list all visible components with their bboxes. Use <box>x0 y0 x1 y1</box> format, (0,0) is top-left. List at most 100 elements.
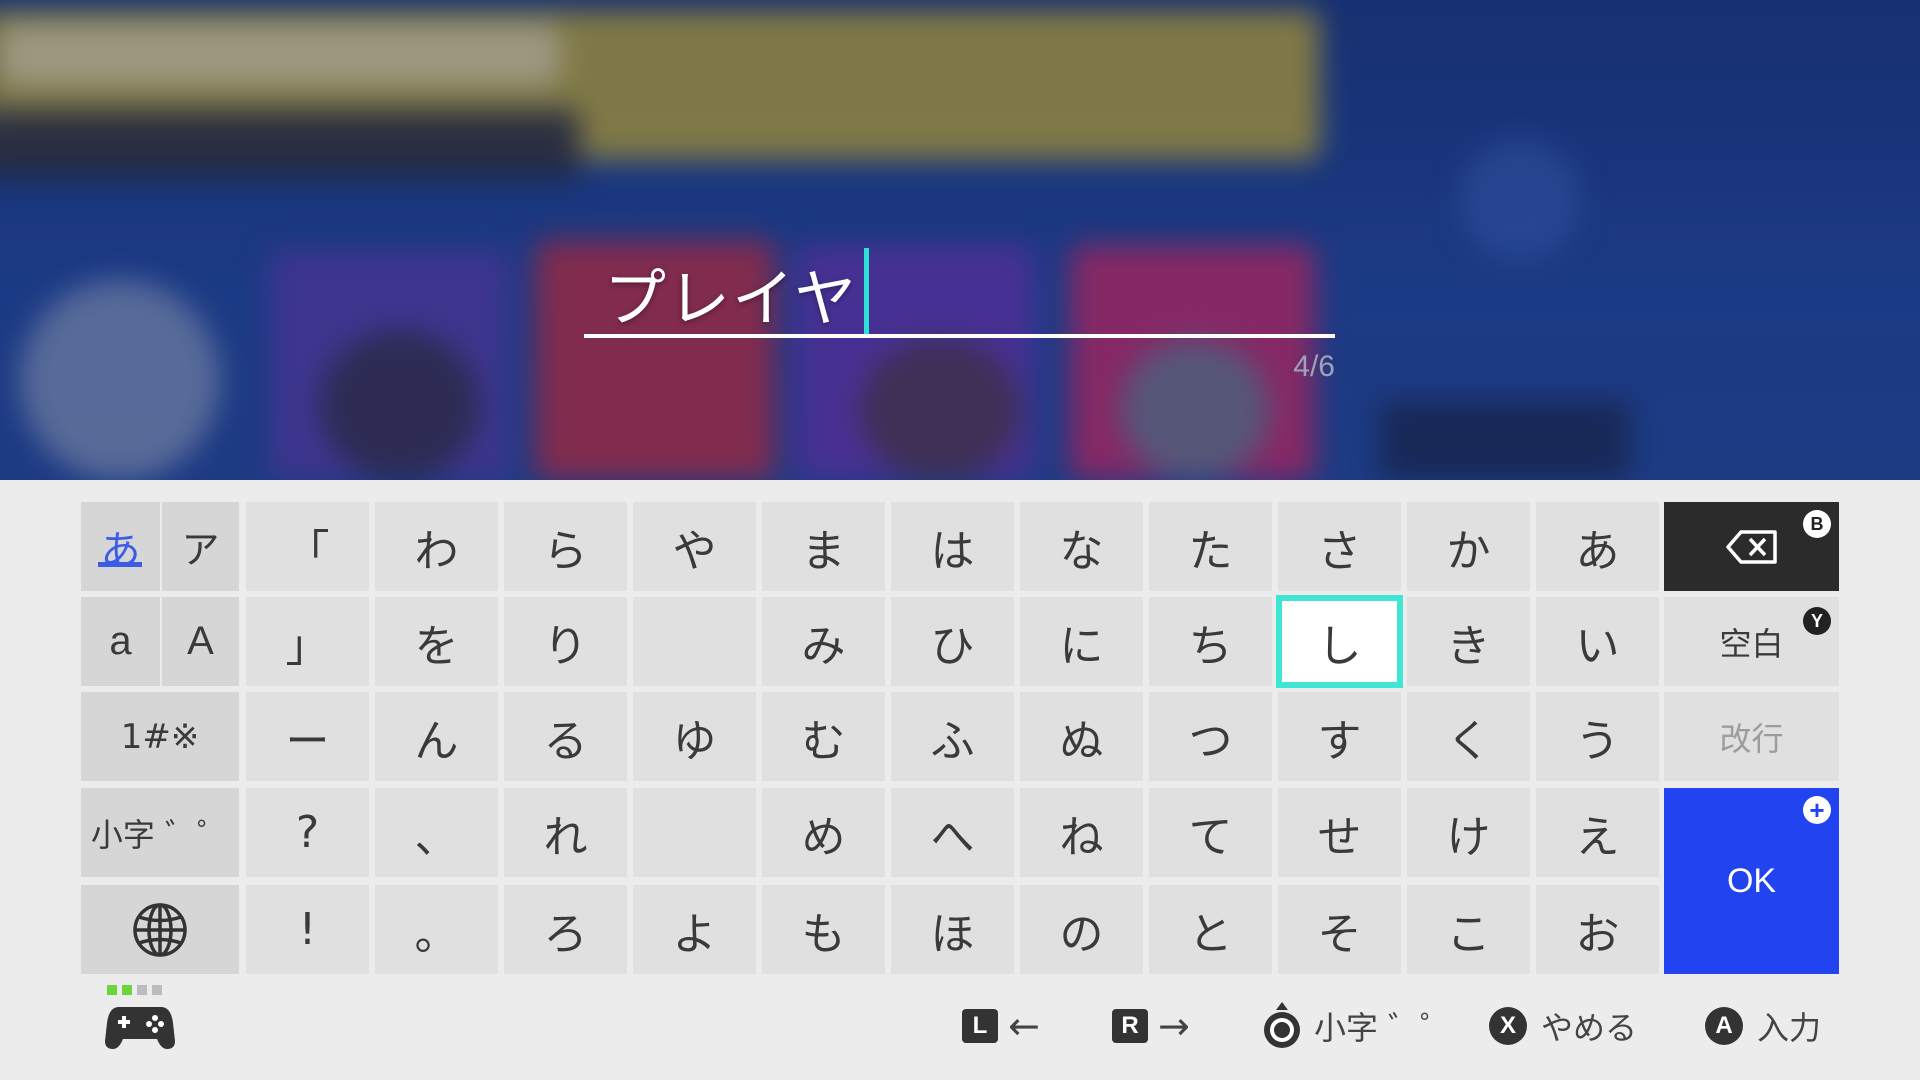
l-button-icon: L <box>962 1009 998 1043</box>
mode-katakana-key[interactable]: ア <box>162 502 239 591</box>
kana-key[interactable]: そ <box>1278 885 1401 974</box>
kana-key[interactable]: ら <box>504 502 627 591</box>
kana-key[interactable]: く <box>1407 692 1530 781</box>
mode-lower-latin-label: a <box>109 619 132 663</box>
kana-key[interactable]: ち <box>1149 597 1272 686</box>
kana-key[interactable]: さ <box>1278 502 1401 591</box>
kana-key[interactable]: ー <box>246 692 369 781</box>
kana-key[interactable]: ろ <box>504 885 627 974</box>
kana-key[interactable]: や <box>633 502 756 591</box>
kana-key[interactable]: ま <box>762 502 885 591</box>
kana-key[interactable]: あ <box>1536 502 1659 591</box>
kana-key[interactable]: す <box>1278 692 1401 781</box>
hint-cancel-label: やめる <box>1541 1009 1638 1047</box>
mode-upper-latin-key[interactable]: A <box>162 597 239 686</box>
kana-key[interactable]: ぬ <box>1020 692 1143 781</box>
kana-key[interactable]: は <box>891 502 1014 591</box>
kana-key[interactable]: 。 <box>375 885 498 974</box>
kana-key[interactable]: ? <box>246 788 369 877</box>
newline-label: 改行 <box>1719 719 1784 758</box>
kana-key-label: ー <box>285 715 330 767</box>
kana-key[interactable]: る <box>504 692 627 781</box>
kana-key[interactable]: な <box>1020 502 1143 591</box>
kana-key[interactable]: 「 <box>246 502 369 591</box>
kana-key-label: こ <box>1446 908 1491 960</box>
kana-key-label: し <box>1317 620 1362 672</box>
kana-key[interactable]: せ <box>1278 788 1401 877</box>
r-button-icon: R <box>1112 1009 1148 1043</box>
kana-key-label: る <box>543 715 588 767</box>
kana-key-label: を <box>414 620 459 672</box>
hint-enter-label: 入力 <box>1757 1009 1822 1047</box>
kana-key[interactable]: か <box>1407 502 1530 591</box>
character-count: 4/6 <box>1293 350 1335 383</box>
space-key[interactable]: 空白 Y <box>1664 597 1839 686</box>
kana-key[interactable]: ふ <box>891 692 1014 781</box>
backspace-badge: B <box>1803 510 1831 538</box>
kana-key[interactable]: み <box>762 597 885 686</box>
kana-key-label: え <box>1575 811 1620 863</box>
backspace-key[interactable]: B <box>1664 502 1839 591</box>
kana-key[interactable]: お <box>1536 885 1659 974</box>
kana-key-label: か <box>1446 525 1491 577</box>
mode-hiragana-key[interactable]: あ <box>81 502 160 591</box>
small-kana-key[interactable]: 小字 ゛゜ <box>81 788 239 877</box>
kana-key-label: わ <box>414 525 459 577</box>
hint-enter: A 入力 <box>1705 1004 1821 1048</box>
text-input[interactable]: プレイヤ <box>604 248 870 339</box>
kana-key[interactable]: た <box>1149 502 1272 591</box>
input-text: プレイヤ <box>604 262 859 335</box>
mode-symbols-key[interactable]: 1#※ <box>81 692 239 781</box>
controller-icon <box>105 1007 175 1049</box>
kana-key-label: さ <box>1317 525 1362 577</box>
kana-key[interactable]: う <box>1536 692 1659 781</box>
ok-button[interactable]: OK + <box>1664 788 1839 974</box>
kana-key-label: ! <box>298 904 317 955</box>
kana-key[interactable]: れ <box>504 788 627 877</box>
kana-key[interactable]: ! <box>246 885 369 974</box>
kana-key[interactable]: つ <box>1149 692 1272 781</box>
kana-key-label: せ <box>1317 811 1362 863</box>
kana-key[interactable]: ゆ <box>633 692 756 781</box>
background-scene <box>0 0 1920 480</box>
empty-key <box>633 597 756 686</box>
kana-key[interactable]: の <box>1020 885 1143 974</box>
newline-key: 改行 <box>1664 692 1839 781</box>
kana-key[interactable]: き <box>1407 597 1530 686</box>
kana-key[interactable]: 、 <box>375 788 498 877</box>
kana-key[interactable]: ほ <box>891 885 1014 974</box>
kana-key[interactable]: ね <box>1020 788 1143 877</box>
kana-key[interactable]: よ <box>633 885 756 974</box>
kana-key[interactable]: え <box>1536 788 1659 877</box>
kana-key[interactable]: へ <box>891 788 1014 877</box>
kana-key[interactable]: て <box>1149 788 1272 877</box>
kana-key-selected[interactable]: し <box>1276 595 1403 688</box>
kana-key[interactable]: わ <box>375 502 498 591</box>
kana-key[interactable]: と <box>1149 885 1272 974</box>
mode-lower-latin-key[interactable]: a <box>81 597 160 686</box>
hint-cursor-right: R → <box>1112 1004 1190 1048</box>
kana-key[interactable]: ん <box>375 692 498 781</box>
kana-key[interactable]: 」 <box>246 597 369 686</box>
kana-key[interactable]: を <box>375 597 498 686</box>
arrow-right-icon: → <box>1158 1004 1190 1048</box>
kana-key-label: ん <box>414 715 459 767</box>
small-kana-label: 小字 ゛゜ <box>90 815 230 854</box>
kana-key-label: 「 <box>285 525 330 577</box>
kana-key[interactable]: こ <box>1407 885 1530 974</box>
kana-key-label: と <box>1188 908 1233 960</box>
kana-key-label: け <box>1446 811 1491 863</box>
kana-key[interactable]: に <box>1020 597 1143 686</box>
hint-small-kana: 小字 ゛゜ <box>1262 1002 1452 1048</box>
kana-key[interactable]: ひ <box>891 597 1014 686</box>
kana-key-label: ら <box>543 525 588 577</box>
kana-key[interactable]: け <box>1407 788 1530 877</box>
mode-katakana-label: ア <box>181 528 220 572</box>
kana-key[interactable]: り <box>504 597 627 686</box>
kana-key[interactable]: い <box>1536 597 1659 686</box>
language-key[interactable] <box>81 885 239 974</box>
kana-key[interactable]: む <box>762 692 885 781</box>
x-button-icon: X <box>1489 1007 1527 1045</box>
kana-key[interactable]: も <box>762 885 885 974</box>
kana-key[interactable]: め <box>762 788 885 877</box>
